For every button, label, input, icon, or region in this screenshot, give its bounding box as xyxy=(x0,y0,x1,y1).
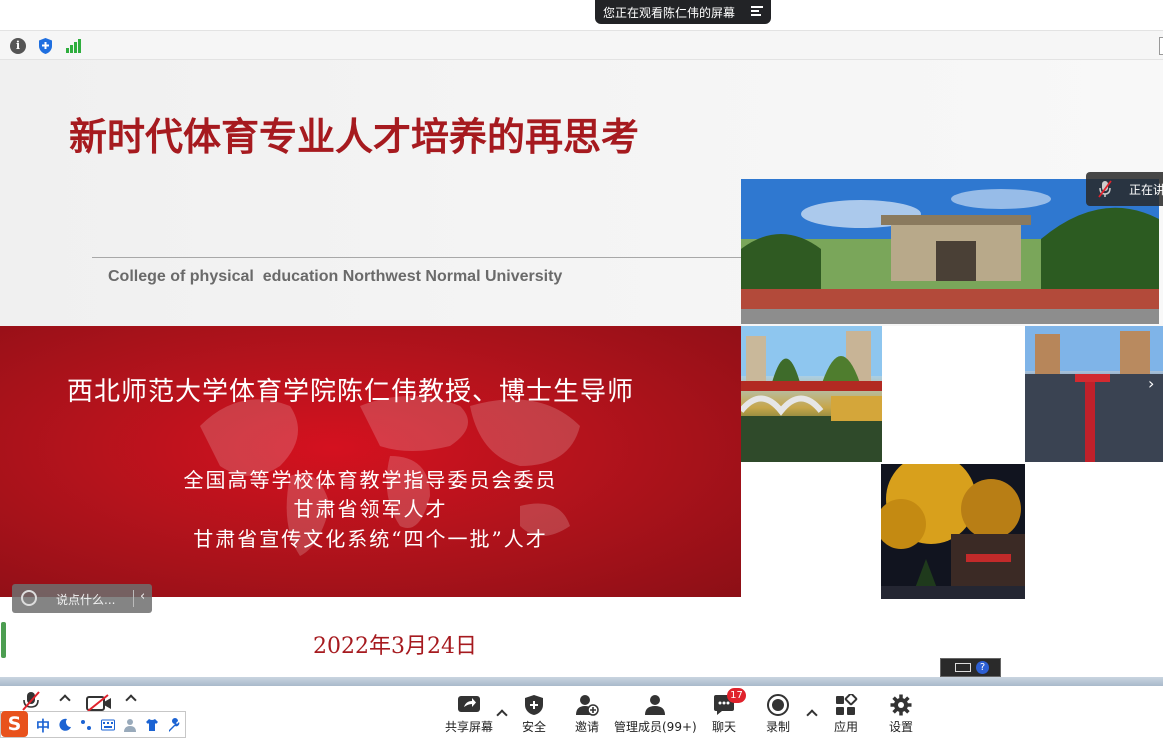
presenter-role: 全国高等学校体育教学指导委员会委员 xyxy=(183,468,558,492)
viewing-banner[interactable]: 您正在观看陈仁伟的屏幕 xyxy=(595,0,771,24)
viewing-text: 您正在观看陈仁伟的屏幕 xyxy=(603,5,736,20)
apps-label: 应用 xyxy=(833,720,858,734)
participants-button[interactable]: 管理成员(99+) xyxy=(614,686,697,738)
sogou-logo[interactable]: S xyxy=(1,711,28,737)
participants-icon xyxy=(645,695,665,715)
college-name: College of physical education Northwest … xyxy=(108,268,563,285)
bridge-image xyxy=(741,326,882,462)
ime-toolbar[interactable]: S 中 xyxy=(0,711,186,738)
security-button[interactable]: 安全 xyxy=(514,686,554,738)
bridge-photo xyxy=(741,326,882,462)
chevron-up-icon[interactable] xyxy=(496,709,508,721)
emoji-icon[interactable] xyxy=(21,590,37,606)
comment-placeholder: 说点什么... xyxy=(56,593,116,607)
slide-title: 新时代体育专业人才培养的再思考 xyxy=(69,115,640,159)
side-handle[interactable] xyxy=(1,622,6,658)
wrench-icon[interactable] xyxy=(167,718,181,732)
edge-box xyxy=(1159,37,1163,55)
screen: 您正在观看陈仁伟的屏幕 i 新时代体育专业人才培养的再思考 College of… xyxy=(0,0,1163,748)
chevron-up-icon[interactable] xyxy=(125,694,137,706)
ime-mode[interactable]: 中 xyxy=(36,716,50,736)
settings-label: 设置 xyxy=(888,720,913,734)
shield-icon[interactable] xyxy=(37,37,54,55)
skin-shirt-icon[interactable] xyxy=(145,718,159,732)
camera-off-icon[interactable] xyxy=(86,694,112,712)
invite-button[interactable]: 邀请 xyxy=(567,686,607,738)
shield-icon xyxy=(525,695,543,715)
share-screen-button[interactable]: 共享屏幕 xyxy=(442,686,496,738)
next-arrow-icon[interactable]: › xyxy=(1148,374,1154,393)
share-screen-icon xyxy=(458,696,480,712)
divider xyxy=(92,257,741,258)
user-icon[interactable] xyxy=(123,718,137,732)
meeting-info-bar: i xyxy=(0,30,1163,60)
chevron-up-icon[interactable] xyxy=(59,694,71,706)
chevron-up-icon[interactable] xyxy=(806,709,818,721)
invite-label: 邀请 xyxy=(574,720,599,734)
comment-input[interactable]: 说点什么... ‹ xyxy=(12,584,152,613)
gear-icon xyxy=(890,694,912,716)
record-button[interactable]: 录制 xyxy=(758,686,798,738)
presenter-role: 甘肃省领军人才 xyxy=(293,497,448,521)
separator xyxy=(133,590,134,607)
microphone-muted-icon[interactable] xyxy=(22,691,40,711)
moon-icon[interactable] xyxy=(58,718,72,732)
signal-icon[interactable] xyxy=(66,39,82,53)
punctuation-icon[interactable] xyxy=(79,718,93,732)
remote-taskbar xyxy=(0,677,1163,686)
add-user-icon xyxy=(576,695,599,716)
chat-label: 聊天 xyxy=(711,720,736,734)
participants-label: 管理成员(99+) xyxy=(614,720,697,734)
record-label: 录制 xyxy=(765,720,790,734)
speaker-label: 正在讲 xyxy=(1129,183,1163,197)
menu-icon[interactable] xyxy=(751,6,763,17)
presenter-role: 甘肃省宣传文化系统“四个一批”人才 xyxy=(193,527,548,551)
presenter-name: 西北师范大学体育学院陈仁伟教授、博士生导师 xyxy=(67,377,635,407)
active-speaker-indicator[interactable]: 正在讲 xyxy=(1086,172,1163,206)
ceremony-image xyxy=(1025,326,1163,462)
shared-slide: 新时代体育专业人才培养的再思考 College of physical educ… xyxy=(0,60,1163,685)
building-night-photo xyxy=(881,464,1025,599)
top-strip xyxy=(0,0,1163,30)
building-night-image xyxy=(881,464,1025,599)
help-icon[interactable]: ? xyxy=(976,661,989,674)
keyboard-icon xyxy=(955,663,971,672)
share-screen-label: 共享屏幕 xyxy=(444,720,493,734)
keyboard-widget[interactable]: ? xyxy=(940,658,1001,677)
apps-button[interactable]: 应用 xyxy=(826,686,866,738)
ceremony-photo xyxy=(1025,326,1163,462)
settings-button[interactable]: 设置 xyxy=(881,686,921,738)
info-icon[interactable]: i xyxy=(10,38,26,54)
record-icon xyxy=(767,694,789,716)
keyboard-icon[interactable] xyxy=(101,718,115,732)
apps-icon xyxy=(836,694,858,715)
microphone-muted-icon xyxy=(1098,180,1112,198)
slide-date: 2022年3月24日 xyxy=(313,634,477,659)
presenter-panel: 西北师范大学体育学院陈仁伟教授、博士生导师 全国高等学校体育教学指导委员会委员 … xyxy=(0,326,741,597)
unread-badge: 17 xyxy=(727,688,746,703)
collapse-icon[interactable]: ‹ xyxy=(140,589,145,604)
security-label: 安全 xyxy=(521,720,546,734)
